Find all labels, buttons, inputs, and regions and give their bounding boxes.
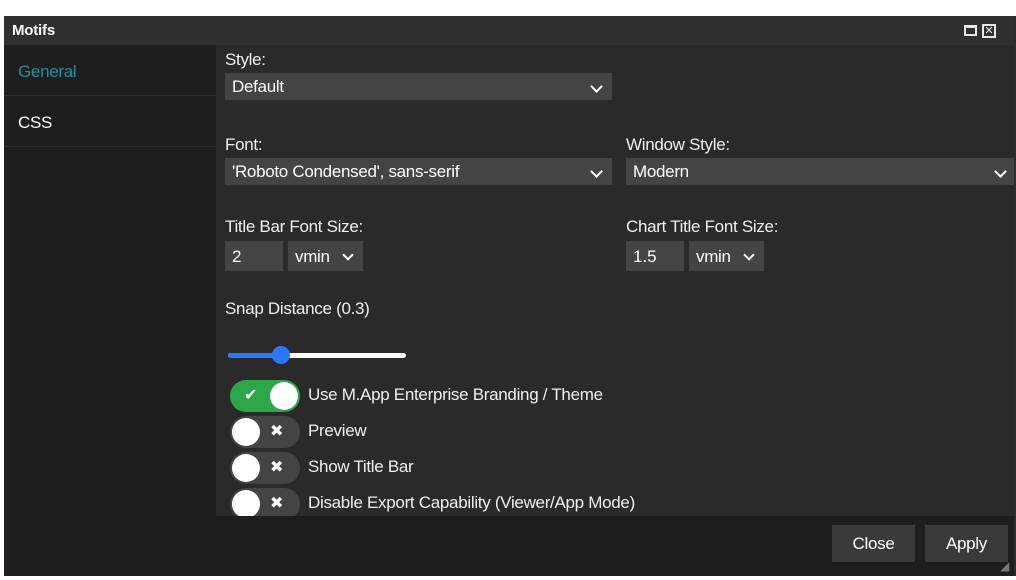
slider-thumb[interactable] <box>272 346 291 364</box>
branding-toggle-label: Use M.App Enterprise Branding / Theme <box>308 385 603 404</box>
snap-distance-slider[interactable] <box>228 346 406 364</box>
unit-value: vmin <box>295 247 330 266</box>
apply-button[interactable]: Apply <box>925 525 1008 562</box>
branding-toggle[interactable]: ✔ <box>230 380 300 412</box>
title-bar-font-size-label: Title Bar Font Size: <box>225 217 363 236</box>
window-style-label: Window Style: <box>626 135 730 154</box>
font-select[interactable]: 'Roboto Condensed', sans-serif <box>225 158 612 185</box>
motifs-dialog: Motifs ✕ General CSS Style: Default Font… <box>4 16 1016 576</box>
background-strip <box>0 0 1016 16</box>
title-bar-font-size-unit-select[interactable]: vmin <box>288 241 363 271</box>
window-style-select[interactable]: Modern <box>626 158 1014 185</box>
settings-panel: Style: Default Font: 'Roboto Condensed',… <box>216 45 1014 520</box>
chevron-down-icon <box>994 165 1007 178</box>
sidebar-item-css[interactable]: CSS <box>4 96 216 147</box>
show-title-bar-toggle-label: Show Title Bar <box>308 457 414 476</box>
preview-toggle-label: Preview <box>308 421 367 440</box>
disable-export-toggle-label: Disable Export Capability (Viewer/App Mo… <box>308 493 635 512</box>
font-label: Font: <box>225 135 263 154</box>
x-icon: ✖ <box>270 459 284 476</box>
check-icon: ✔ <box>244 387 258 404</box>
window-title: Motifs <box>12 22 55 39</box>
x-icon: ✖ <box>270 423 284 440</box>
chart-title-font-size-label: Chart Title Font Size: <box>626 217 779 236</box>
maximize-icon[interactable] <box>964 25 977 36</box>
close-button[interactable]: Close <box>832 525 915 562</box>
chart-title-font-size-input[interactable]: 1.5 <box>626 241 684 271</box>
style-select[interactable]: Default <box>225 73 612 100</box>
resize-grip-icon[interactable]: ◢ <box>1000 560 1012 572</box>
unit-value: vmin <box>696 247 731 266</box>
snap-distance-label: Snap Distance (0.3) <box>225 299 370 318</box>
style-select-value: Default <box>232 77 284 96</box>
sidebar-item-general[interactable]: General <box>4 45 216 96</box>
show-title-bar-toggle[interactable]: ✖ <box>230 452 300 484</box>
toggle-knob <box>232 454 260 482</box>
dialog-footer: Close Apply ◢ <box>4 516 1014 574</box>
x-icon: ✖ <box>270 495 284 512</box>
title-bar[interactable]: Motifs ✕ <box>4 16 1014 45</box>
close-icon[interactable]: ✕ <box>982 24 996 38</box>
font-select-value: 'Roboto Condensed', sans-serif <box>232 162 460 181</box>
toggle-knob <box>270 382 298 410</box>
preview-toggle[interactable]: ✖ <box>230 416 300 448</box>
window-style-select-value: Modern <box>633 162 689 181</box>
chevron-down-icon <box>590 165 603 178</box>
chart-title-font-size-unit-select[interactable]: vmin <box>689 241 764 271</box>
toggle-knob <box>232 418 260 446</box>
title-bar-font-size-input[interactable]: 2 <box>225 241 283 271</box>
close-glyph: ✕ <box>984 24 994 37</box>
chevron-down-icon <box>342 249 354 261</box>
chevron-down-icon <box>590 80 603 93</box>
chevron-down-icon <box>743 249 755 261</box>
style-label: Style: <box>225 50 266 69</box>
toggle-knob <box>232 490 260 518</box>
sidebar: General CSS <box>4 45 216 516</box>
